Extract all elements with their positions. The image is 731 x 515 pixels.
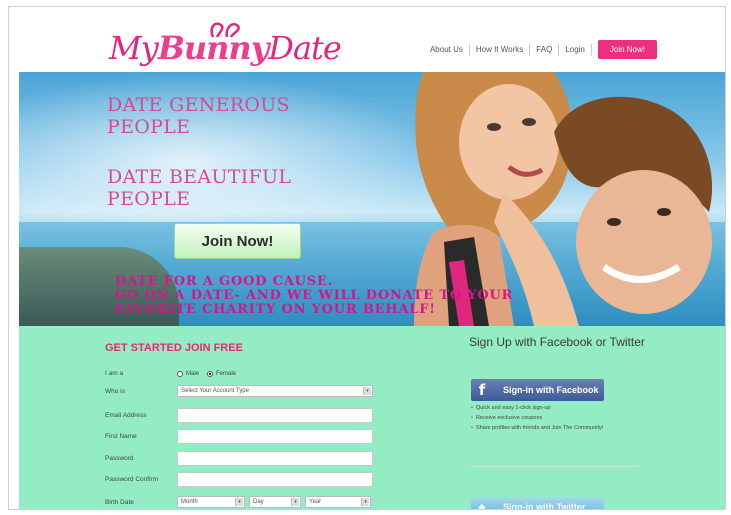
bunny-ears-icon xyxy=(210,22,240,38)
benefit-item: Quick and easy 1-click sign-up xyxy=(471,403,603,413)
logo-suffix: Date xyxy=(268,29,342,67)
top-nav: About Us How It Works FAQ Login Join Now… xyxy=(424,40,657,59)
hero-charity-text: DATE FOR A GOOD CAUSE. GO ON A DATE- AND… xyxy=(115,275,513,317)
divider xyxy=(471,466,639,467)
charity-line-2: GO ON A DATE- AND WE WILL DONATE TO YOUR xyxy=(115,288,514,303)
birth-year-value: Year xyxy=(309,499,322,505)
benefit-item: Share profiles with friends and Join The… xyxy=(471,423,603,433)
password-row: Password xyxy=(105,451,373,466)
account-type-row: Who is Select Your Account Type ▾ xyxy=(105,385,373,397)
birth-date-label: Birth Date xyxy=(105,498,134,506)
first-name-label: First Name xyxy=(105,433,137,440)
form-title: GET STARTED JOIN FREE xyxy=(105,342,243,354)
gender-male-label: Male xyxy=(186,370,200,377)
chevron-down-icon[interactable]: ▾ xyxy=(363,387,371,395)
birth-day-value: Day xyxy=(253,499,264,505)
browser-frame: MyBunnyDate About Us How It Works FAQ Lo… xyxy=(8,6,726,510)
social-signup-title: Sign Up with Facebook or Twitter xyxy=(469,335,645,349)
gender-male-option[interactable]: Male xyxy=(177,370,200,377)
hero-banner: DATE GENEROUS PEOPLE DATE BEAUTIFUL PEOP… xyxy=(19,72,725,326)
facebook-signin-button[interactable]: f Sign-in with Facebook xyxy=(471,379,604,401)
benefit-item: Receive exclusive coupons xyxy=(471,413,603,423)
password-label: Password xyxy=(105,455,134,462)
gender-label: I am a xyxy=(105,370,124,377)
twitter-signin-button[interactable]: ◆ Sign-in with Twitter xyxy=(471,498,604,510)
password-confirm-row: Password Confirm xyxy=(105,472,373,487)
birth-day-select[interactable]: Day ▾ xyxy=(249,496,301,508)
who-is-label: Who is xyxy=(105,387,125,395)
email-row: Email Address xyxy=(105,408,373,423)
birth-month-select[interactable]: Month ▾ xyxy=(177,496,245,508)
first-name-field[interactable] xyxy=(177,429,373,444)
hero-headline-beautiful: DATE BEAUTIFUL PEOPLE xyxy=(107,166,292,210)
hero-headline-generous: DATE GENEROUS PEOPLE xyxy=(107,94,290,138)
charity-line-3: FAVORITE CHARITY ON YOUR BEHALF! xyxy=(115,302,436,317)
password-confirm-label: Password Confirm xyxy=(105,476,159,483)
nav-how-it-works[interactable]: How It Works xyxy=(470,43,531,56)
chevron-down-icon[interactable]: ▾ xyxy=(291,498,299,506)
page: MyBunnyDate About Us How It Works FAQ Lo… xyxy=(0,0,731,515)
nav-faq[interactable]: FAQ xyxy=(530,43,560,56)
signup-section: GET STARTED JOIN FREE I am a Male Female… xyxy=(19,326,725,510)
chevron-down-icon[interactable]: ▾ xyxy=(361,498,369,506)
nav-about-us[interactable]: About Us xyxy=(424,43,470,56)
gender-female-label: Female xyxy=(216,370,237,377)
facebook-signin-label: Sign-in with Facebook xyxy=(503,385,599,395)
nav-login[interactable]: Login xyxy=(559,43,592,56)
password-field[interactable] xyxy=(177,451,373,466)
twitter-signin-label: Sign-in with Twitter xyxy=(503,502,586,510)
first-name-row: First Name xyxy=(105,429,373,444)
birth-year-select[interactable]: Year ▾ xyxy=(305,496,371,508)
join-now-hero-button[interactable]: Join Now! xyxy=(174,223,301,259)
birth-date-row: Birth Date Month ▾ Day ▾ Year ▾ xyxy=(105,496,371,508)
radio-icon[interactable] xyxy=(177,370,183,377)
logo-prefix: My xyxy=(109,29,159,67)
account-type-select[interactable]: Select Your Account Type ▾ xyxy=(177,385,373,397)
charity-line-1: DATE FOR A GOOD CAUSE. xyxy=(115,274,333,289)
radio-selected-icon[interactable] xyxy=(207,370,214,377)
twitter-bird-icon: ◆ xyxy=(478,501,486,510)
facebook-icon: f xyxy=(478,381,486,399)
gender-row: I am a Male Female xyxy=(105,370,244,377)
email-label: Email Address xyxy=(105,412,147,419)
join-now-top-button[interactable]: Join Now! xyxy=(597,40,657,59)
birth-month-value: Month xyxy=(181,499,198,505)
email-field[interactable] xyxy=(177,408,373,423)
account-type-value: Select Your Account Type xyxy=(181,388,249,394)
gender-female-option[interactable]: Female xyxy=(207,370,237,377)
chevron-down-icon[interactable]: ▾ xyxy=(235,498,243,506)
password-confirm-field[interactable] xyxy=(177,472,373,487)
facebook-benefits-list: Quick and easy 1-click sign-up Receive e… xyxy=(471,403,603,433)
